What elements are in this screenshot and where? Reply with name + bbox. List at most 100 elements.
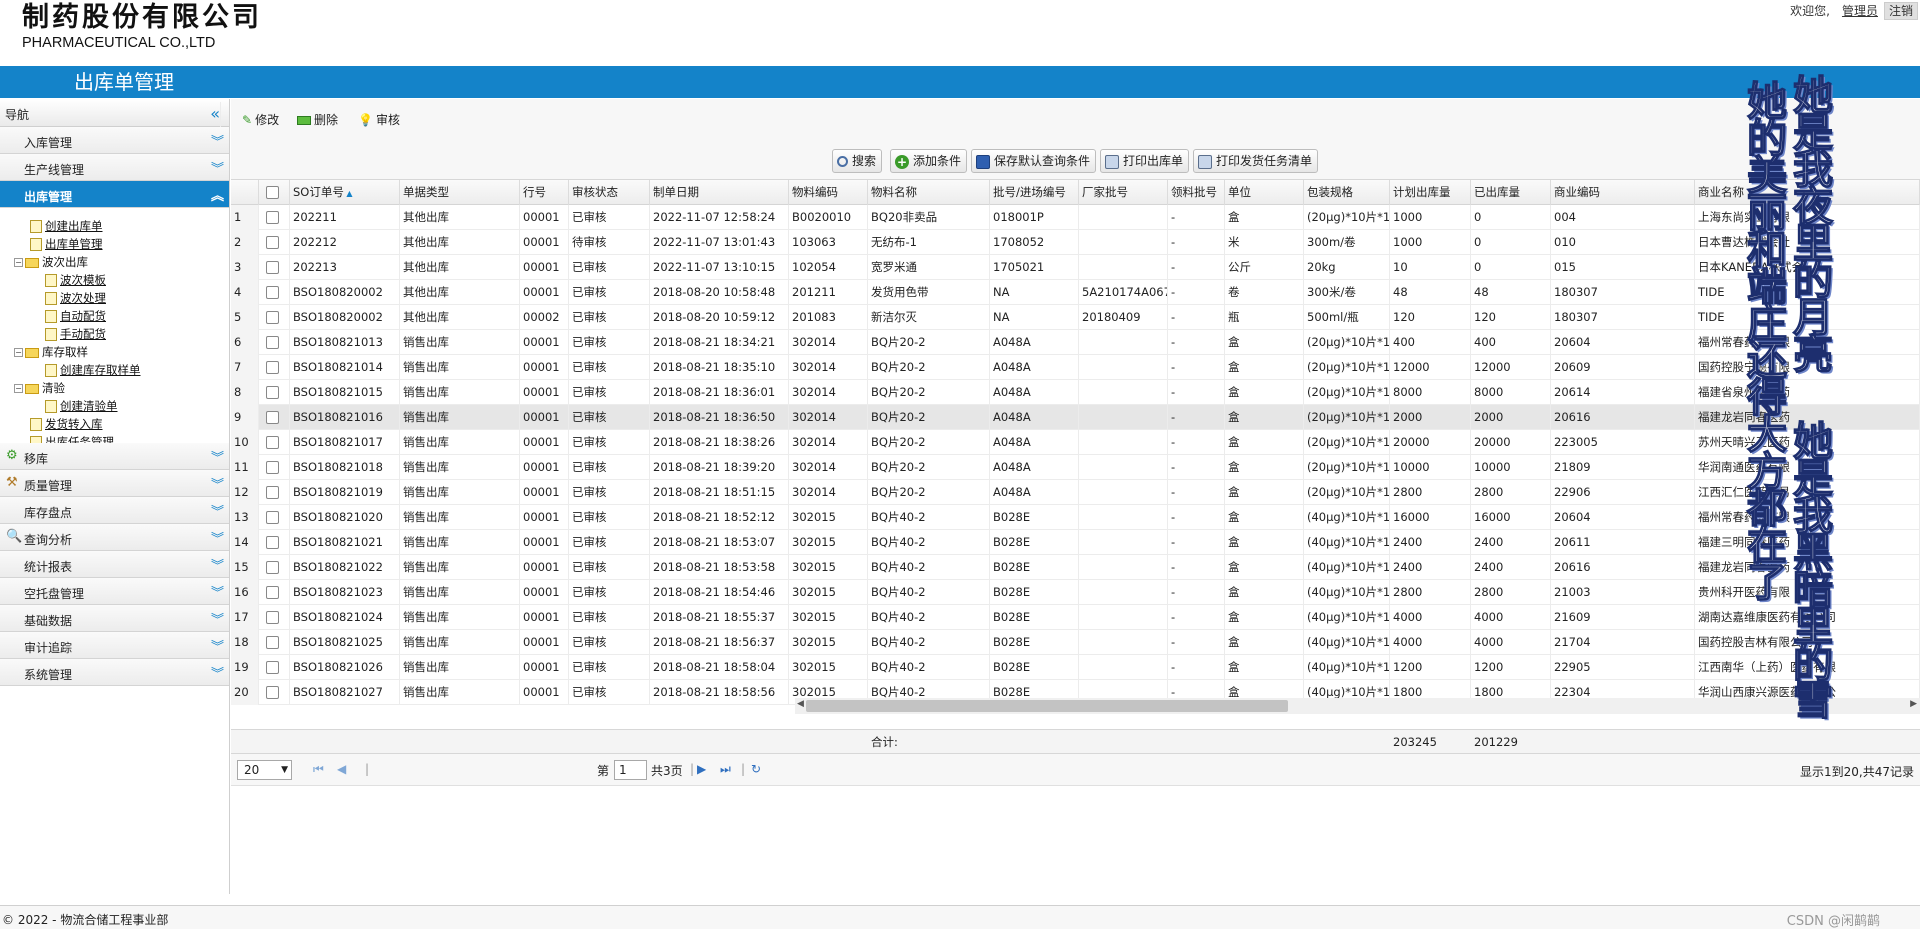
checkbox[interactable] [266, 611, 279, 624]
row-checkbox[interactable] [259, 230, 290, 255]
sidebar-section-sections_bottom-0[interactable]: ⚙ 移库 ︾ [0, 443, 229, 470]
sidebar-section-sections_bottom-3[interactable]: 🔍 查询分析 ︾ [0, 524, 229, 551]
column-header[interactable]: 单据类型 [400, 180, 520, 205]
sidebar-section-sections_bottom-4[interactable]: 统计报表 ︾ [0, 551, 229, 578]
table-row[interactable]: 10 BSO180821017 销售出库 00001 已审核 2018-08-21 18:… [231, 430, 1920, 455]
column-header[interactable]: 制单日期 [650, 180, 789, 205]
table-row[interactable]: 9 BSO180821016 销售出库 00001 已审核 2018-08-21 18:3… [231, 405, 1920, 430]
row-checkbox[interactable] [259, 680, 290, 705]
print-shipping-list-button[interactable]: 打印发货任务清单 [1193, 149, 1319, 173]
sidebar-section-sections_top-1[interactable]: 生产线管理 ︾ [0, 154, 229, 181]
checkbox[interactable] [266, 436, 279, 449]
checkbox[interactable] [266, 636, 279, 649]
column-header[interactable]: 行号 [520, 180, 569, 205]
row-checkbox[interactable] [259, 605, 290, 630]
tree-leaf[interactable]: 创建清验单 [45, 398, 118, 415]
user-name-link[interactable]: 管理员 [1842, 4, 1878, 18]
table-row[interactable]: 1 202211 其他出库 00001 已审核 2022-11-07 12:58:24 B0… [231, 205, 1920, 230]
table-row[interactable]: 5 BSO180820002 其他出库 00002 已审核 2018-08-20 10:5… [231, 305, 1920, 330]
row-checkbox[interactable] [259, 255, 290, 280]
sidebar-section-sections_top-0[interactable]: 入库管理 ︾ [0, 127, 229, 154]
checkbox[interactable] [266, 411, 279, 424]
column-header[interactable]: 审核状态 [569, 180, 650, 205]
checkbox[interactable] [266, 661, 279, 674]
review-button[interactable]: 💡 审核 [358, 111, 400, 128]
select-all-checkbox[interactable] [259, 180, 290, 205]
sidebar-section-sections_bottom-5[interactable]: 空托盘管理 ︾ [0, 578, 229, 605]
checkbox[interactable] [266, 186, 279, 199]
collapse-toggle-icon[interactable]: − [14, 384, 23, 393]
column-header[interactable]: SO订单号 ▲ [290, 180, 400, 205]
sidebar-section-sections_bottom-8[interactable]: 系统管理 ︾ [0, 659, 229, 686]
row-checkbox[interactable] [259, 330, 290, 355]
print-outbound-button[interactable]: 打印出库单 [1100, 149, 1190, 173]
tree-leaf[interactable]: 出库单管理 [30, 236, 103, 253]
tree-folder[interactable]: − 波次出库 [14, 254, 88, 271]
column-header[interactable]: 包装规格 [1304, 180, 1390, 205]
tree-leaf[interactable]: 发货转入库 [30, 416, 103, 433]
row-checkbox[interactable] [259, 305, 290, 330]
table-row[interactable]: 3 202213 其他出库 00001 已审核 2022-11-07 13:10:15 10… [231, 255, 1920, 280]
row-checkbox[interactable] [259, 430, 290, 455]
save-default-query-button[interactable]: 保存默认查询条件 [971, 149, 1097, 173]
table-row[interactable]: 4 BSO180820002 其他出库 00001 已审核 2018-08-20 10:5… [231, 280, 1920, 305]
row-checkbox[interactable] [259, 405, 290, 430]
table-row[interactable]: 17 BSO180821024 销售出库 00001 已审核 2018-08-21 18:… [231, 605, 1920, 630]
sidebar-section-sections_bottom-6[interactable]: 基础数据 ︾ [0, 605, 229, 632]
row-checkbox[interactable] [259, 455, 290, 480]
prev-page-icon[interactable]: ◀ [337, 762, 346, 776]
row-checkbox[interactable] [259, 530, 290, 555]
table-row[interactable]: 2 202212 其他出库 00001 待审核 2022-11-07 13:01:43 10… [231, 230, 1920, 255]
row-checkbox[interactable] [259, 580, 290, 605]
tree-folder[interactable]: − 库存取样 [14, 344, 88, 361]
row-checkbox[interactable] [259, 205, 290, 230]
column-header[interactable]: 计划出库量 [1390, 180, 1471, 205]
search-button[interactable]: 搜索 [832, 149, 883, 173]
table-row[interactable]: 19 BSO180821026 销售出库 00001 已审核 2018-08-21 18:… [231, 655, 1920, 680]
checkbox[interactable] [266, 211, 279, 224]
sidebar-section-sections_bottom-7[interactable]: 审计追踪 ︾ [0, 632, 229, 659]
tree-folder[interactable]: − 清验 [14, 380, 65, 397]
column-header[interactable]: 厂家批号 [1079, 180, 1168, 205]
tree-leaf[interactable]: 创建库存取样单 [45, 362, 141, 379]
checkbox[interactable] [266, 511, 279, 524]
edit-button[interactable]: ✎ 修改 [242, 111, 279, 128]
column-header[interactable]: 商业编码 [1551, 180, 1695, 205]
page-number-input[interactable]: 1 [614, 760, 647, 780]
column-header[interactable]: 领料批号 [1168, 180, 1225, 205]
checkbox[interactable] [266, 461, 279, 474]
last-page-icon[interactable]: ⏭ [720, 762, 731, 777]
checkbox[interactable] [266, 361, 279, 374]
scroll-left-icon[interactable]: ◀ [797, 699, 804, 709]
row-checkbox[interactable] [259, 380, 290, 405]
row-checkbox[interactable] [259, 630, 290, 655]
collapse-toggle-icon[interactable]: − [14, 258, 23, 267]
row-checkbox[interactable] [259, 655, 290, 680]
table-row[interactable]: 16 BSO180821023 销售出库 00001 已审核 2018-08-21 18:… [231, 580, 1920, 605]
checkbox[interactable] [266, 586, 279, 599]
checkbox[interactable] [266, 686, 279, 699]
column-header[interactable]: 批号/进场编号 [990, 180, 1079, 205]
checkbox[interactable] [266, 286, 279, 299]
table-row[interactable]: 18 BSO180821025 销售出库 00001 已审核 2018-08-21 18:… [231, 630, 1920, 655]
table-row[interactable]: 7 BSO180821014 销售出库 00001 已审核 2018-08-21 18:3… [231, 355, 1920, 380]
checkbox[interactable] [266, 236, 279, 249]
column-header[interactable]: 已出库量 [1471, 180, 1551, 205]
horizontal-scrollbar[interactable]: ◀ ▶ [795, 698, 1920, 714]
sidebar-section-sections_bottom-1[interactable]: ⚒ 质量管理 ︾ [0, 470, 229, 497]
column-header[interactable]: 物料编码 [789, 180, 868, 205]
table-row[interactable]: 13 BSO180821020 销售出库 00001 已审核 2018-08-21 18:… [231, 505, 1920, 530]
tree-leaf[interactable]: 自动配货 [45, 308, 106, 325]
sidebar-section-sections_top-2[interactable]: 出库管理 ︽ [0, 181, 229, 208]
next-page-icon[interactable]: ▶ [697, 762, 706, 776]
row-checkbox[interactable] [259, 505, 290, 530]
tree-leaf[interactable]: 波次模板 [45, 272, 106, 289]
checkbox[interactable] [266, 311, 279, 324]
scrollbar-thumb[interactable] [806, 700, 1288, 712]
sidebar-section-sections_bottom-2[interactable]: 库存盘点 ︾ [0, 497, 229, 524]
tree-leaf[interactable]: 创建出库单 [30, 218, 103, 235]
table-row[interactable]: 14 BSO180821021 销售出库 00001 已审核 2018-08-21 18:… [231, 530, 1920, 555]
table-row[interactable]: 12 BSO180821019 销售出库 00001 已审核 2018-08-21 18:… [231, 480, 1920, 505]
refresh-icon[interactable]: ↻ [751, 762, 761, 776]
tree-leaf[interactable]: 手动配货 [45, 326, 106, 343]
